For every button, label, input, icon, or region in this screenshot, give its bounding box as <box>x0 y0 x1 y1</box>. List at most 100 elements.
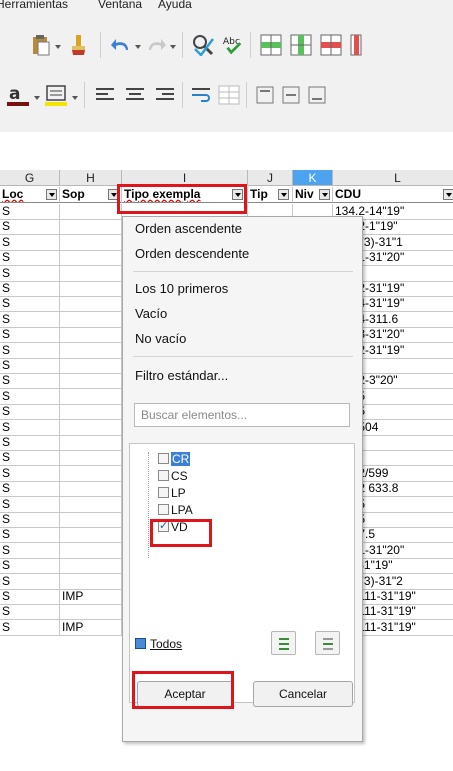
align-center-icon[interactable] <box>124 84 146 106</box>
paste-icon[interactable] <box>30 34 52 56</box>
autofilter-k-button[interactable] <box>319 189 330 200</box>
ok-button[interactable]: Aceptar <box>137 681 233 707</box>
cell-h[interactable] <box>60 542 122 559</box>
cell-g[interactable]: S <box>0 250 60 267</box>
cell-g[interactable]: S <box>0 327 60 344</box>
cell-h[interactable] <box>60 311 122 328</box>
cell-g[interactable]: S <box>0 481 60 498</box>
font-color-icon[interactable]: a <box>6 84 30 106</box>
cell-g[interactable]: S <box>0 281 60 297</box>
align-middle-icon[interactable] <box>280 84 302 106</box>
autofilter-l-button[interactable] <box>443 189 453 200</box>
select-all-values-button[interactable] <box>271 631 296 655</box>
delete-row-icon[interactable] <box>320 34 342 56</box>
cell-h[interactable] <box>60 342 122 359</box>
filter-value-list[interactable]: CR CS LP LPA VD <box>129 443 355 703</box>
cell-h[interactable] <box>60 435 122 451</box>
cell-g[interactable]: S <box>0 465 60 482</box>
cell-g[interactable]: S <box>0 388 60 405</box>
align-top-icon[interactable] <box>254 84 276 106</box>
top-10-item[interactable]: Los 10 primeros <box>135 281 228 296</box>
spelling-icon[interactable]: Abc <box>222 34 244 56</box>
filter-item-checkbox[interactable] <box>158 504 169 515</box>
menu-help[interactable]: Ayuda <box>158 0 192 11</box>
insert-column-icon[interactable] <box>290 34 312 56</box>
cell-h[interactable] <box>60 496 122 513</box>
filter-item-checkbox[interactable] <box>158 453 169 464</box>
cell-g[interactable]: S <box>0 589 60 605</box>
cell-h[interactable] <box>60 296 122 313</box>
search-input[interactable]: Buscar elementos... <box>134 403 350 427</box>
undo-dropdown-icon[interactable] <box>135 45 141 49</box>
cell-h[interactable]: IMP <box>60 619 122 636</box>
sort-descending-item[interactable]: Orden descendente <box>135 246 249 261</box>
menu-window[interactable]: Ventana <box>98 0 142 11</box>
cell-h[interactable] <box>60 419 122 436</box>
undo-icon[interactable] <box>110 34 132 56</box>
filter-item-vd[interactable]: VD <box>158 519 188 534</box>
select-all-checkbox[interactable] <box>135 638 146 649</box>
cell-h[interactable] <box>60 265 122 282</box>
cell-h[interactable] <box>60 573 122 590</box>
highlight-color-icon[interactable] <box>44 84 68 106</box>
cell-g[interactable]: S <box>0 342 60 359</box>
cell-g[interactable]: S <box>0 265 60 282</box>
column-header-h[interactable]: H <box>60 170 122 186</box>
font-color-dropdown-icon[interactable] <box>34 96 40 100</box>
column-header-l[interactable]: L <box>333 170 453 186</box>
cell-h[interactable] <box>60 250 122 267</box>
cell-h[interactable] <box>60 388 122 405</box>
sort-ascending-item[interactable]: Orden ascendente <box>135 221 242 236</box>
find-replace-icon[interactable] <box>192 34 214 56</box>
column-header-g[interactable]: G <box>0 170 60 186</box>
cell-g[interactable]: S <box>0 373 60 390</box>
cell-g[interactable]: S <box>0 450 60 467</box>
empty-item[interactable]: Vacío <box>135 306 167 321</box>
merge-cells-icon[interactable] <box>218 84 240 106</box>
redo-dropdown-icon[interactable] <box>170 45 176 49</box>
filter-item-cr[interactable]: CR <box>158 452 191 466</box>
filter-item-checkbox[interactable] <box>158 519 169 532</box>
cell-h[interactable] <box>60 219 122 236</box>
column-header-i[interactable]: I <box>122 170 248 186</box>
not-empty-item[interactable]: No vacío <box>135 331 186 346</box>
filter-item-checkbox[interactable] <box>158 487 169 498</box>
cell-g[interactable]: S <box>0 558 60 575</box>
cell-g[interactable]: S <box>0 604 60 621</box>
cell-h[interactable] <box>60 404 122 421</box>
cell-h[interactable] <box>60 481 122 498</box>
select-current-value-button[interactable] <box>315 631 340 655</box>
insert-row-icon[interactable] <box>260 34 282 56</box>
cell-h[interactable] <box>60 527 122 544</box>
paste-dropdown-icon[interactable] <box>55 45 61 49</box>
highlight-dropdown-icon[interactable] <box>72 96 78 100</box>
autofilter-i-button[interactable] <box>232 189 243 200</box>
cell-h[interactable] <box>60 327 122 344</box>
clone-formatting-icon[interactable] <box>68 34 90 56</box>
cell-h[interactable] <box>60 234 122 251</box>
cell-h[interactable] <box>60 512 122 528</box>
cell-g[interactable]: S <box>0 419 60 436</box>
cell-g[interactable]: S <box>0 404 60 421</box>
autofilter-g-button[interactable] <box>46 189 57 200</box>
cell-h[interactable]: IMP <box>60 589 122 605</box>
cell-h[interactable] <box>60 604 122 621</box>
filter-item-cs[interactable]: CS <box>158 469 188 483</box>
delete-column-icon[interactable] <box>345 34 367 56</box>
cell-h[interactable] <box>60 204 122 220</box>
cell-g[interactable]: S <box>0 573 60 590</box>
cancel-button[interactable]: Cancelar <box>253 681 353 707</box>
select-all-toggle[interactable]: Todos <box>135 637 182 651</box>
autofilter-h-button[interactable] <box>108 189 119 200</box>
cell-h[interactable] <box>60 373 122 390</box>
cell-h[interactable] <box>60 558 122 575</box>
column-header-k[interactable]: K <box>293 170 333 186</box>
cell-h[interactable] <box>60 358 122 374</box>
cell-h[interactable] <box>60 450 122 467</box>
autofilter-j-button[interactable] <box>278 189 289 200</box>
cell-g[interactable]: S <box>0 234 60 251</box>
redo-icon[interactable] <box>145 34 167 56</box>
cell-h[interactable] <box>60 281 122 297</box>
align-left-icon[interactable] <box>94 84 116 106</box>
filter-item-checkbox[interactable] <box>158 470 169 481</box>
